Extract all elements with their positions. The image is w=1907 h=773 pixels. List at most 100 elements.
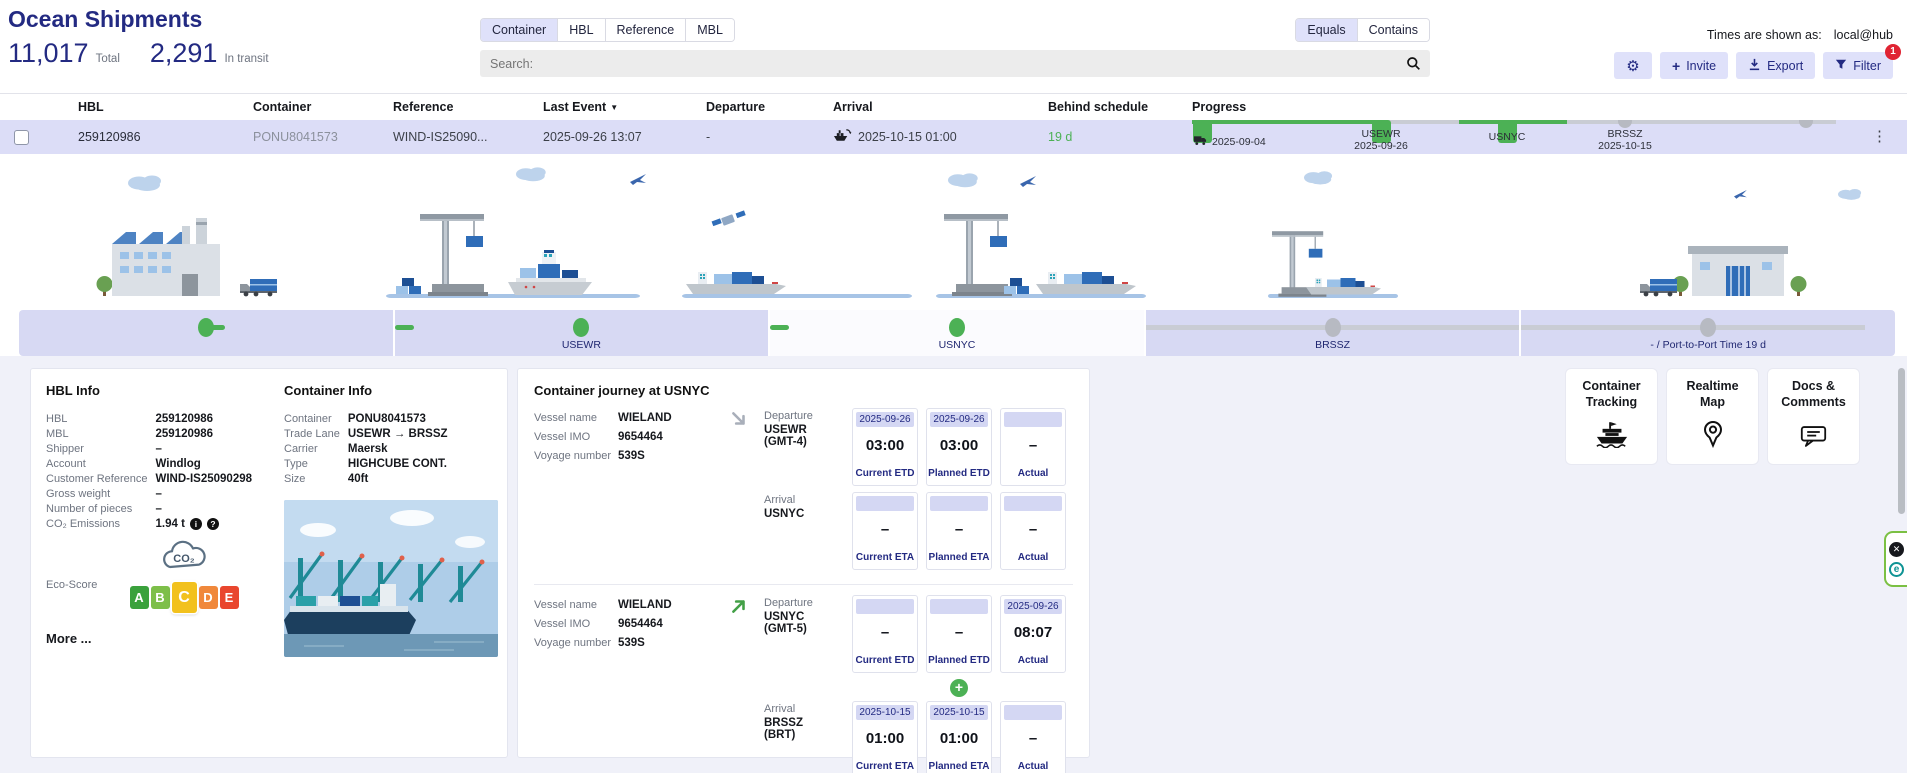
page-title: Ocean Shipments (8, 6, 202, 33)
segment-origin[interactable] (19, 310, 393, 356)
tab-reference[interactable]: Reference (606, 19, 687, 41)
timeline-stop-usewr: USEWR 2025-09-26 (1336, 129, 1426, 152)
shipment-row[interactable]: 259120986 PONU8041573 WIND-IS25090... 20… (0, 120, 1907, 154)
timeline-node (1799, 120, 1813, 128)
col-arrival[interactable]: Arrival (819, 100, 1034, 114)
segment-usnyc[interactable]: USNYC (768, 310, 1144, 356)
trade-lane-field: Trade LaneUSEWR → BRSSZ (284, 428, 448, 440)
eco-grade-b: B (151, 586, 170, 609)
journey-illustration (0, 162, 1907, 312)
segment-usewr[interactable]: USEWR (393, 310, 769, 356)
shipment-stats: 11,017 Total 2,291 In transit (8, 38, 269, 69)
tab-hbl[interactable]: HBL (558, 19, 605, 41)
departure-usewr-row: Departure USEWR (GMT-4) 2025-09-2603:00C… (764, 408, 1073, 486)
row-arrival-date: 2025-10-15 01:00 (858, 130, 957, 144)
timeline-origin: 2025-09-04 (1194, 135, 1266, 149)
search-block: Container HBL Reference MBL Equals Conta… (480, 18, 1430, 77)
docs-comments-card[interactable]: Docs & Comments (1767, 368, 1860, 465)
stat-in-transit-value: 2,291 (150, 38, 218, 69)
close-icon[interactable]: ✕ (1889, 542, 1904, 557)
col-last-event[interactable]: Last Event▼ (529, 100, 692, 114)
col-behind-schedule[interactable]: Behind schedule (1034, 100, 1178, 114)
journey-leg-2: Vessel nameWIELAND Vessel IMO9654464 Voy… (534, 595, 1073, 773)
detail-panel: HBL Info HBL259120986 MBL259120986 Shipp… (0, 356, 1907, 773)
segment-node (949, 318, 965, 337)
segment-node (1325, 318, 1341, 337)
timeline-stop-usnyc: USNYC (1462, 132, 1552, 144)
arrival-brssz-row: Arrival BRSSZ (BRT) 2025-10-1501:00Curre… (764, 701, 1073, 773)
gross-weight-field: Gross weight– (46, 488, 252, 500)
journey-title: Container journey at USNYC (534, 383, 1073, 398)
info-icon[interactable]: i (190, 518, 202, 530)
eco-score-scale: A B C D E (126, 582, 242, 613)
comment-icon (1800, 425, 1827, 453)
eco-grade-e: E (220, 586, 239, 609)
col-departure[interactable]: Departure (692, 100, 819, 114)
tab-container[interactable]: Container (481, 19, 558, 41)
ocean-shipments-page: Ocean Shipments 11,017 Total 2,291 In tr… (0, 0, 1907, 773)
type-field: TypeHIGHCUBE CONT. (284, 458, 448, 470)
stat-in-transit-label: In transit (224, 53, 268, 65)
eco-grade-d: D (199, 586, 218, 609)
search-input[interactable] (480, 50, 1430, 77)
hbl-field: HBL259120986 (46, 413, 252, 425)
times-label: Times are shown as: (1707, 28, 1822, 42)
arrival-usnyc-row: Arrival USNYC –Current ETA –Planned ETA … (764, 492, 1073, 570)
search-icon[interactable] (1406, 56, 1421, 76)
journey-segment-bar: USEWR USNYC BRSSZ - / Port-to-Port Time … (19, 310, 1895, 356)
timeline-stop-brssz: BRSSZ 2025-10-15 (1580, 129, 1670, 152)
svg-text:CO₂: CO₂ (173, 553, 195, 565)
stat-in-transit: 2,291 In transit (150, 38, 269, 69)
eco-score-label: Eco-Score (46, 579, 97, 591)
sort-desc-icon: ▼ (610, 103, 618, 112)
vessel-eta-icon (833, 128, 852, 146)
eco-grade-c-selected: C (172, 582, 197, 613)
extension-e-icon[interactable]: e (1889, 562, 1904, 577)
export-button[interactable]: Export (1736, 52, 1815, 79)
filter-button[interactable]: Filter 1 (1823, 52, 1893, 79)
size-field: Size40ft (284, 473, 448, 485)
mbl-field: MBL259120986 (46, 428, 252, 440)
container-tracking-card[interactable]: Container Tracking (1565, 368, 1658, 465)
actual-card: –Actual (1000, 492, 1066, 570)
settings-button[interactable]: ⚙ (1614, 52, 1652, 79)
pieces-field: Number of pieces– (46, 503, 252, 515)
container-field: ContainerPONU8041573 (284, 413, 448, 425)
help-icon[interactable]: ? (207, 518, 219, 530)
add-event-button[interactable]: + (950, 679, 968, 697)
vessel-info: Vessel nameWIELAND Vessel IMO9654464 Voy… (534, 595, 730, 773)
tab-mbl[interactable]: MBL (686, 19, 734, 41)
invite-button[interactable]: + Invite (1660, 52, 1728, 79)
row-checkbox[interactable] (14, 130, 29, 145)
col-progress[interactable]: Progress (1178, 100, 1907, 114)
toggle-contains[interactable]: Contains (1358, 19, 1429, 41)
action-cards: Container Tracking Realtime Map Docs & C… (1565, 368, 1860, 465)
vertical-scrollbar-thumb[interactable] (1898, 368, 1905, 514)
etd-card: 2025-09-2603:00Current ETD (852, 408, 918, 486)
col-container[interactable]: Container (239, 100, 379, 114)
segment-brssz[interactable]: BRSSZ (1144, 310, 1520, 356)
hbl-info-section: HBL Info HBL259120986 MBL259120986 Shipp… (46, 383, 268, 646)
outbound-arrow-icon (730, 595, 764, 773)
extension-widget: ✕ e (1884, 531, 1907, 587)
segment-port-to-port[interactable]: - / Port-to-Port Time 19 d (1519, 310, 1895, 356)
truck-icon (1194, 135, 1207, 149)
col-hbl[interactable]: HBL (64, 100, 239, 114)
toggle-equals[interactable]: Equals (1296, 19, 1357, 41)
more-link[interactable]: More ... (46, 631, 268, 646)
eta-card: –Planned ETA (926, 492, 992, 570)
col-reference[interactable]: Reference (379, 100, 529, 114)
map-pin-icon (1701, 420, 1725, 453)
timeline-segment-done (1192, 120, 1379, 124)
inbound-arrow-icon (730, 408, 764, 576)
stat-total: 11,017 Total (8, 38, 120, 69)
etd-card: 2025-09-2603:00Planned ETD (926, 408, 992, 486)
customer-reference-field: Customer ReferenceWIND-IS25090298 (46, 473, 252, 485)
eta-card: 2025-10-1501:00Current ETA (852, 701, 918, 773)
actual-card: –Actual (1000, 408, 1066, 486)
co2-cloud-icon: CO₂ (157, 539, 211, 575)
row-menu-kebab-icon[interactable]: ⋮ (1872, 127, 1887, 147)
container-journey-card: Container journey at USNYC Vessel nameWI… (517, 368, 1090, 758)
match-mode-toggle: Equals Contains (1295, 18, 1430, 42)
realtime-map-card[interactable]: Realtime Map (1666, 368, 1759, 465)
